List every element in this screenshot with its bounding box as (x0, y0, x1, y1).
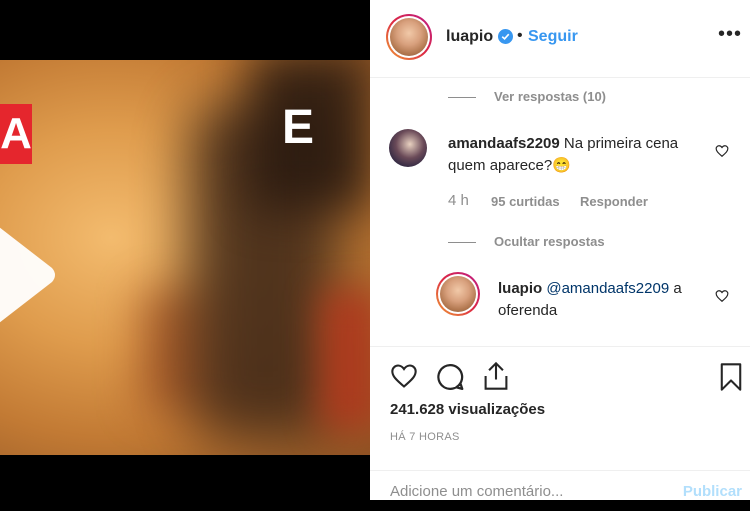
comment-like-icon[interactable] (715, 144, 729, 158)
comment-icon[interactable] (435, 362, 465, 392)
comments-list[interactable]: Ver respostas (10) amandaafs2209 Na prim… (370, 78, 750, 346)
avatar[interactable] (386, 14, 432, 60)
overlay-red-tag: A (0, 104, 32, 164)
reply-username[interactable]: luapio (498, 280, 542, 297)
reply-button[interactable]: Responder (580, 194, 648, 209)
post-media[interactable]: A E (0, 0, 370, 500)
play-icon[interactable] (0, 220, 60, 330)
username-link[interactable]: luapio (446, 28, 493, 46)
reply-text: oferenda (498, 302, 558, 319)
more-options-icon[interactable]: ••• (718, 23, 742, 46)
comment-body: amandaafs2209 Na primeira cena quem apar… (448, 133, 708, 177)
comment-text: quem aparece?😁 (448, 157, 571, 174)
overlay-e-logo: E (282, 101, 315, 154)
video-frame[interactable]: A E (0, 60, 370, 455)
comment-likes[interactable]: 95 curtidas (491, 194, 560, 209)
views-count[interactable]: 241.628 visualizações (390, 401, 545, 418)
reply-mention[interactable]: @amandaafs2209 (546, 280, 669, 297)
publish-button[interactable]: Publicar (683, 483, 742, 500)
comment-composer: Adicione um comentário... Publicar (370, 470, 750, 511)
post-header: luapio • Seguir ••• (370, 0, 750, 78)
post-actions: 241.628 visualizações HÁ 7 HORAS Adicion… (370, 346, 750, 501)
verified-badge-icon (498, 29, 513, 44)
bookmark-icon[interactable] (719, 362, 743, 392)
comment-time[interactable]: 4 h (448, 192, 469, 209)
reply-like-icon[interactable] (715, 289, 729, 303)
follow-button[interactable]: Seguir (528, 28, 578, 46)
commenter-avatar[interactable] (389, 129, 427, 167)
background-blur (320, 290, 370, 430)
comment-text: Na primeira cena (563, 135, 679, 152)
reply-body: luapio @amandaafs2209 a oferenda (498, 278, 708, 322)
post-sidebar: luapio • Seguir ••• Ver respostas (10) a… (370, 0, 750, 500)
post-time[interactable]: HÁ 7 HORAS (390, 431, 460, 443)
comment-input[interactable]: Adicione um comentário... (390, 483, 563, 500)
share-icon[interactable] (482, 361, 510, 391)
reply-text: a (673, 280, 682, 297)
hide-replies-label: Ocultar respostas (494, 234, 605, 249)
view-replies-button[interactable]: Ver respostas (10) (448, 89, 606, 104)
heart-icon[interactable] (389, 362, 419, 390)
hide-replies-button[interactable]: Ocultar respostas (448, 234, 605, 249)
commenter-username[interactable]: amandaafs2209 (448, 135, 560, 152)
reply-avatar[interactable] (436, 272, 480, 316)
separator-dot: • (517, 27, 523, 44)
view-replies-label: Ver respostas (10) (494, 89, 607, 104)
